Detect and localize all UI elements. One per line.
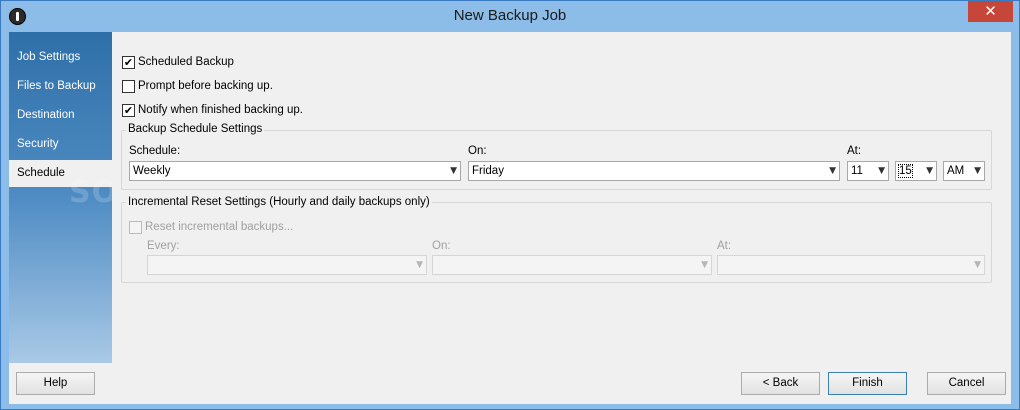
chevron-down-icon: ▼	[974, 260, 981, 270]
ampm-select[interactable]: AM ▼	[943, 161, 985, 181]
hour-select[interactable]: 11 ▼	[847, 161, 889, 181]
every-select: ▼	[147, 255, 427, 275]
prompt-before-label: Prompt before backing up.	[138, 80, 273, 92]
notify-finished-option[interactable]: ✔ Notify when finished backing up.	[122, 102, 303, 118]
sidebar-item-job-settings[interactable]: Job Settings	[9, 44, 112, 71]
chevron-down-icon: ▼	[701, 260, 708, 270]
on-label: On:	[468, 145, 487, 157]
back-button[interactable]: < Back	[741, 372, 820, 395]
ampm-select-value: AM	[947, 165, 965, 177]
notify-finished-checkbox[interactable]: ✔	[122, 103, 135, 117]
sidebar-item-files-to-backup[interactable]: Files to Backup	[9, 73, 112, 100]
day-select[interactable]: Friday ▼	[468, 161, 840, 181]
prompt-before-checkbox[interactable]	[122, 79, 135, 93]
incremental-on-select: ▼	[432, 255, 712, 275]
reset-incremental-checkbox	[129, 220, 142, 234]
prompt-before-option[interactable]: Prompt before backing up.	[122, 78, 273, 94]
scheduled-backup-label: Scheduled Backup	[138, 56, 234, 68]
chevron-down-icon: ▼	[416, 260, 423, 270]
sidebar-item-security[interactable]: Security	[9, 131, 112, 158]
help-button[interactable]: Help	[16, 372, 95, 395]
scheduled-backup-option[interactable]: ✔ Scheduled Backup	[122, 54, 234, 70]
incremental-on-label: On:	[432, 240, 451, 252]
minute-select-value: 15	[898, 164, 913, 178]
schedule-label: Schedule:	[129, 145, 181, 157]
chevron-down-icon: ▼	[974, 166, 981, 176]
schedule-select-value: Weekly	[133, 165, 171, 177]
window-title: New Backup Job	[453, 7, 567, 24]
sidebar-item-destination[interactable]: Destination	[9, 102, 112, 129]
backup-schedule-title: Backup Schedule Settings	[126, 123, 265, 135]
schedule-select[interactable]: Weekly ▼	[129, 161, 461, 181]
minute-select[interactable]: 15 ▼	[895, 161, 937, 181]
incremental-reset-title: Incremental Reset Settings (Hourly and d…	[126, 196, 432, 208]
backup-job-window: New Backup Job ✕ Job Settings Files to B…	[0, 0, 1020, 410]
reset-incremental-label: Reset incremental backups...	[145, 221, 294, 233]
sidebar-item-schedule[interactable]: Schedule	[9, 160, 113, 187]
scheduled-backup-checkbox[interactable]: ✔	[122, 55, 135, 69]
dialog-body: Job Settings Files to Backup Destination…	[9, 32, 1011, 404]
incremental-at-select: ▼	[717, 255, 985, 275]
schedule-panel: ✔ Scheduled Backup Prompt before backing…	[112, 41, 1004, 360]
hour-select-value: 11	[851, 165, 863, 177]
finish-button[interactable]: Finish	[828, 372, 907, 395]
chevron-down-icon: ▼	[926, 166, 933, 176]
chevron-down-icon: ▼	[450, 166, 457, 176]
reset-incremental-option: Reset incremental backups...	[129, 219, 293, 235]
chevron-down-icon: ▼	[829, 166, 836, 176]
notify-finished-label: Notify when finished backing up.	[138, 104, 303, 116]
at-label: At:	[847, 145, 862, 157]
backup-schedule-group	[121, 130, 992, 190]
chevron-down-icon: ▼	[878, 166, 885, 176]
sidebar-nav: Job Settings Files to Backup Destination…	[9, 32, 113, 363]
close-button[interactable]: ✕	[968, 1, 1013, 22]
day-select-value: Friday	[472, 165, 504, 177]
every-label: Every:	[147, 240, 180, 252]
title-bar[interactable]: New Backup Job ✕	[1, 1, 1019, 32]
incremental-at-label: At:	[717, 240, 732, 252]
cancel-button[interactable]: Cancel	[927, 372, 1006, 395]
